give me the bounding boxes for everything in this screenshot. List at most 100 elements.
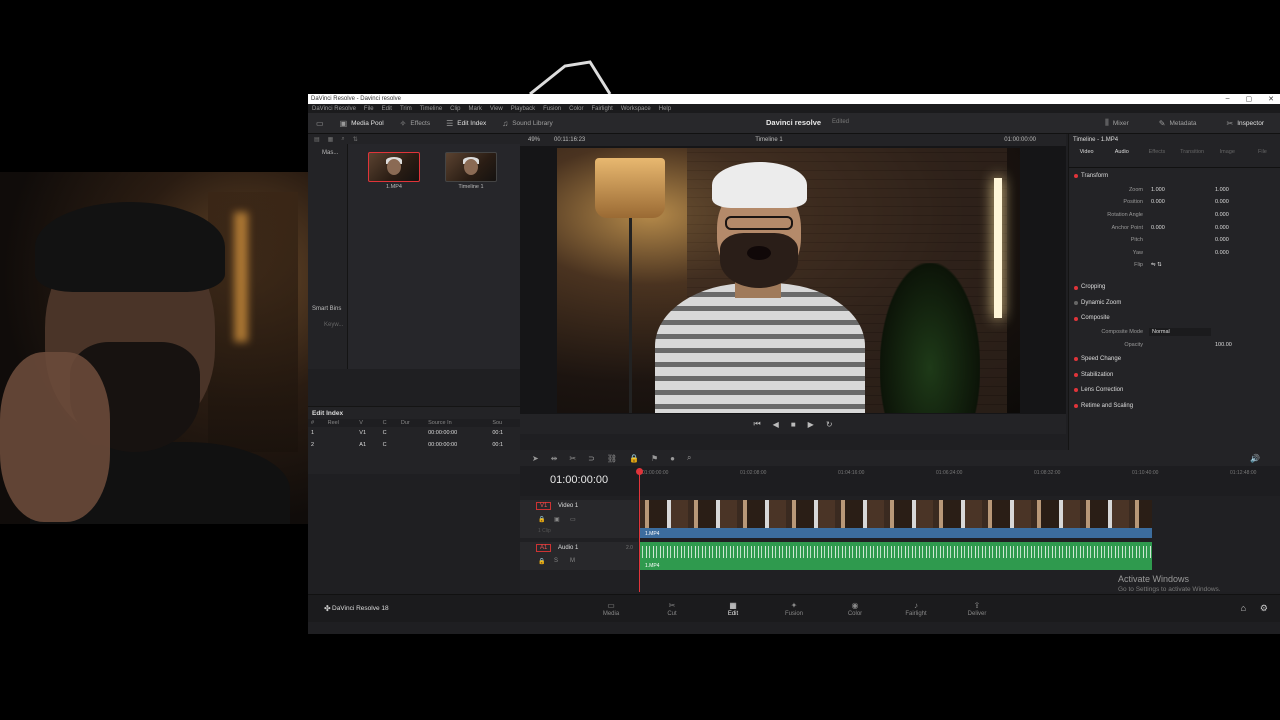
volume-icon[interactable]: 🔊: [1250, 454, 1260, 463]
tab-video[interactable]: Video: [1069, 146, 1104, 167]
menu-timeline[interactable]: Timeline: [420, 106, 442, 112]
viewer-zoom[interactable]: 49%: [528, 137, 540, 143]
position-x-field[interactable]: 0.000: [1151, 199, 1181, 205]
enabled-dot[interactable]: [1074, 357, 1078, 362]
column-header[interactable]: Reel: [324, 419, 357, 427]
page-cut[interactable]: ✂ Cut: [652, 601, 692, 617]
lens-correction-section[interactable]: Lens Correction: [1069, 382, 1280, 398]
snapping-icon[interactable]: ⊃: [588, 454, 595, 463]
enabled-dot[interactable]: [1074, 301, 1078, 306]
search-icon[interactable]: ⌕: [341, 136, 344, 143]
cropping-section[interactable]: Cropping: [1069, 280, 1280, 296]
enabled-dot[interactable]: [1074, 316, 1078, 321]
retime-section[interactable]: Retime and Scaling: [1069, 398, 1280, 414]
maximize-button[interactable]: ▢: [1246, 95, 1253, 103]
flip-horizontal-icon[interactable]: ⇋ ⇅: [1151, 262, 1181, 268]
home-icon[interactable]: ⌂: [1241, 603, 1246, 613]
metadata-button[interactable]: ✎ Metadata: [1151, 113, 1205, 133]
tab-image[interactable]: Image: [1210, 146, 1245, 167]
menu-mark[interactable]: Mark: [469, 106, 482, 112]
menu-edit[interactable]: Edit: [382, 106, 392, 112]
effects-button[interactable]: ✧ Effects: [392, 113, 438, 133]
edit-index-button[interactable]: ☰ Edit Index: [438, 113, 494, 133]
playhead[interactable]: [636, 468, 643, 592]
menu-help[interactable]: Help: [659, 106, 671, 112]
lock-icon[interactable]: 🔒: [629, 454, 639, 463]
composite-section[interactable]: Composite: [1069, 311, 1280, 327]
sort-icon[interactable]: ⇅: [353, 136, 358, 143]
composite-mode-select[interactable]: Normal: [1149, 328, 1211, 337]
page-color[interactable]: ◉ Color: [835, 601, 875, 617]
blade-tool-icon[interactable]: ✂: [569, 454, 576, 463]
stop-icon[interactable]: ■: [791, 420, 796, 429]
keywords-bin[interactable]: Keyw...: [324, 322, 343, 328]
page-fusion[interactable]: ✦ Fusion: [774, 601, 814, 617]
go-to-start-icon[interactable]: ⏮: [753, 419, 760, 429]
media-pool-button[interactable]: ▣ Media Pool: [332, 113, 392, 133]
transform-section[interactable]: Transform: [1069, 168, 1280, 184]
zoom-x-field[interactable]: 1.000: [1151, 187, 1181, 193]
tab-transition[interactable]: Transition: [1175, 146, 1210, 167]
rotation-field[interactable]: 0.000: [1215, 212, 1229, 218]
page-media[interactable]: ▭ Media: [591, 601, 631, 617]
anchor-x-field[interactable]: 0.000: [1151, 225, 1181, 231]
video-track-header[interactable]: V1 Video 1 🔒 ▣ ▭ 1 Clip: [520, 500, 638, 538]
loop-icon[interactable]: ↻: [826, 420, 833, 429]
monitor-toggle[interactable]: ▭: [308, 113, 332, 133]
flag-icon[interactable]: ⚑: [651, 454, 658, 463]
clip-thumbnail[interactable]: [368, 152, 420, 182]
minimize-button[interactable]: –: [1226, 95, 1230, 103]
auto-select-icon[interactable]: ▣: [554, 516, 560, 523]
close-button[interactable]: ✕: [1268, 95, 1274, 103]
track-visibility-icon[interactable]: ▭: [570, 516, 576, 523]
dynamic-zoom-section[interactable]: Dynamic Zoom: [1069, 295, 1280, 311]
mute-icon[interactable]: M: [570, 558, 575, 564]
menu-fusion[interactable]: Fusion: [543, 106, 561, 112]
column-header[interactable]: Dur: [397, 419, 426, 427]
solo-icon[interactable]: S: [554, 558, 558, 564]
menu-playback[interactable]: Playback: [511, 106, 535, 112]
enabled-dot[interactable]: [1074, 372, 1078, 377]
settings-gear-icon[interactable]: ⚙: [1260, 603, 1268, 614]
link-icon[interactable]: ⛓: [607, 454, 617, 463]
column-header[interactable]: Source In: [425, 419, 490, 427]
pitch-field[interactable]: 0.000: [1215, 237, 1229, 243]
column-header[interactable]: #: [308, 419, 325, 427]
position-y-field[interactable]: 0.000: [1215, 199, 1229, 205]
video-clip[interactable]: 1.MP4: [639, 500, 1152, 538]
trim-tool-icon[interactable]: ⇹: [551, 454, 558, 463]
column-header[interactable]: V: [356, 419, 380, 427]
marker-icon[interactable]: ●: [670, 454, 675, 463]
timeline-thumbnail[interactable]: [445, 152, 497, 182]
speed-change-section[interactable]: Speed Change: [1069, 351, 1280, 367]
column-header[interactable]: C: [379, 419, 398, 427]
table-row[interactable]: 2 A1 C 00:00:00:00 00:1: [308, 439, 520, 451]
menu-trim[interactable]: Trim: [400, 106, 412, 112]
lock-icon[interactable]: 🔒: [538, 558, 545, 565]
timeline-ruler[interactable]: 01:00:00:00 01:02:08:00 01:04:16:00 01:0…: [640, 470, 1280, 496]
zoom-icon[interactable]: ⌕: [687, 453, 691, 463]
sound-library-button[interactable]: ♫ Sound Library: [494, 113, 560, 133]
opacity-field[interactable]: 100.00: [1215, 342, 1232, 348]
viewer-timeline-name[interactable]: Timeline 1: [755, 137, 782, 143]
enabled-dot[interactable]: [1074, 403, 1078, 408]
page-edit[interactable]: ▦ Edit: [713, 601, 753, 617]
grid-view-icon[interactable]: ▦: [328, 136, 334, 143]
menu-color[interactable]: Color: [569, 106, 583, 112]
play-reverse-icon[interactable]: ◀: [773, 420, 779, 429]
menu-davinci[interactable]: DaVinci Resolve: [312, 106, 356, 112]
tab-file[interactable]: File: [1245, 146, 1280, 167]
tab-audio[interactable]: Audio: [1104, 146, 1139, 167]
enabled-dot[interactable]: [1074, 285, 1078, 290]
menu-view[interactable]: View: [490, 106, 503, 112]
audio-track-header[interactable]: A1 Audio 1 2.0 🔒 S M: [520, 542, 638, 570]
anchor-y-field[interactable]: 0.000: [1215, 225, 1229, 231]
lock-icon[interactable]: 🔒: [538, 516, 545, 523]
audio-clip[interactable]: 1.MP4: [639, 542, 1152, 570]
mixer-button[interactable]: ⫼ Mixer: [1097, 113, 1137, 133]
selection-tool-icon[interactable]: ➤: [532, 454, 539, 463]
menu-workspace[interactable]: Workspace: [621, 106, 651, 112]
column-header[interactable]: Sou: [489, 419, 520, 427]
enabled-dot[interactable]: [1074, 174, 1078, 178]
master-bin[interactable]: Mas...: [308, 144, 347, 156]
